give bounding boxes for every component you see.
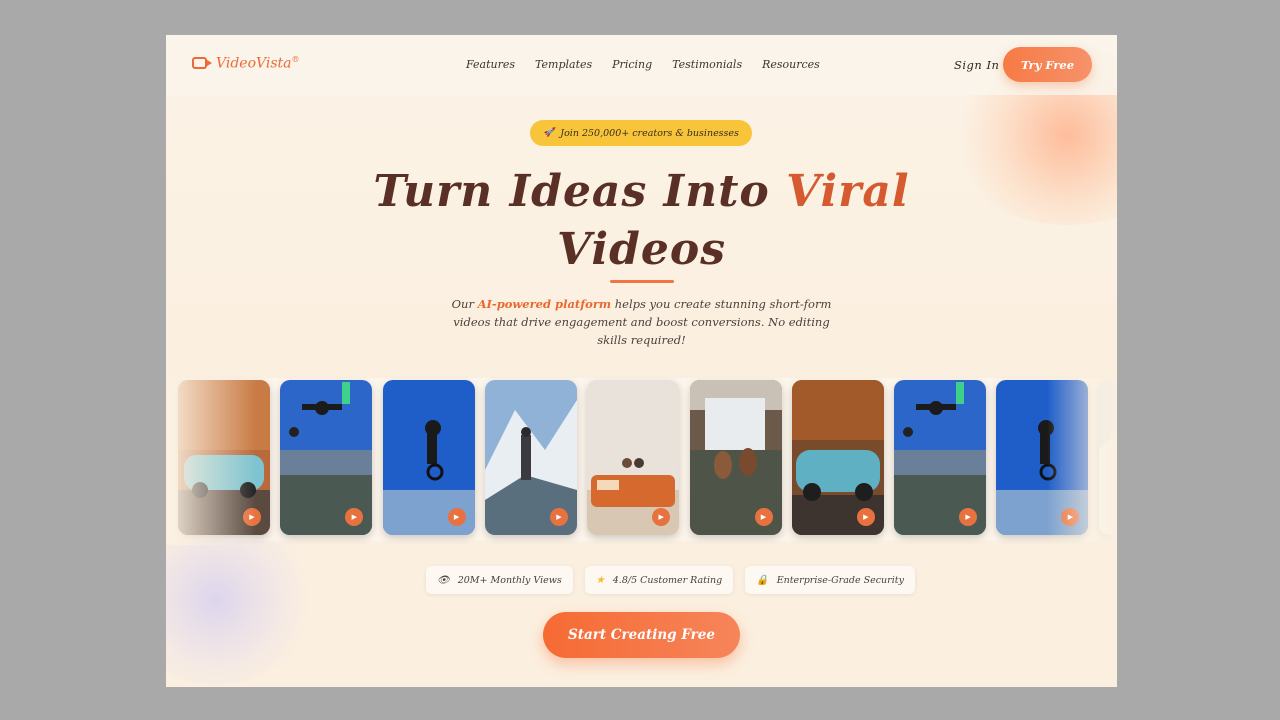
video-thumbnail-card[interactable]: ▶ [689,380,782,535]
play-icon[interactable]: ▶ [447,508,466,526]
title-underline [610,280,674,283]
logo[interactable]: VideoVista® [192,55,300,72]
nav-item-features[interactable]: Features [466,58,515,71]
video-thumbnail-card[interactable]: ▶ [280,380,373,535]
nav-item-testimonials[interactable]: Testimonials [672,58,742,71]
hero-title: Turn Ideas Into Viral Videos [373,166,910,275]
video-thumbnail-card[interactable]: ▶ [382,380,475,535]
carousel-fade-left [166,375,256,545]
hero-subtitle: Our AI-powered platform helps you create… [451,297,832,347]
top-navigation: VideoVista® Features Templates Pricing T… [166,35,1117,95]
rocket-icon: 🚀 [543,128,555,138]
play-icon[interactable]: ▶ [959,508,978,526]
badge-text: Join 250,000+ creators & businesses [560,127,739,139]
try-free-button[interactable]: Try Free [1003,47,1092,82]
star-icon: ★ [595,574,605,586]
stats-row: 👁 20M+ Monthly Views ★ 4.8/5 Customer Ra… [426,566,915,594]
logo-text: VideoVista® [216,55,300,72]
nav-item-pricing[interactable]: Pricing [612,58,652,71]
video-thumbnail-card[interactable]: ▶ [484,380,577,535]
nav-item-templates[interactable]: Templates [535,58,592,71]
play-icon[interactable]: ▶ [856,508,875,526]
stat-security: 🔒 Enterprise-Grade Security [745,566,915,594]
sign-in-link[interactable]: Sign In [954,58,999,72]
lock-icon: 🔒 [756,574,769,586]
nav-menu: Features Templates Pricing Testimonials … [466,58,820,71]
video-thumbnail-card[interactable]: ▶ [894,380,987,535]
nav-item-resources[interactable]: Resources [762,58,820,71]
video-thumbnail-card[interactable]: ▶ [587,380,680,535]
video-camera-icon [192,57,212,70]
play-icon[interactable]: ▶ [754,508,773,526]
video-thumbnail-card[interactable]: ▶ [791,380,884,535]
stat-customer-rating: ★ 4.8/5 Customer Rating [584,566,734,594]
creators-badge: 🚀 Join 250,000+ creators & businesses [530,120,752,146]
start-creating-free-button[interactable]: Start Creating Free [543,612,740,658]
page-frame: VideoVista® Features Templates Pricing T… [166,35,1117,687]
stat-monthly-views: 👁 20M+ Monthly Views [426,566,573,594]
eye-icon: 👁 [437,574,450,586]
carousel-fade-right [1047,375,1117,545]
play-icon[interactable]: ▶ [549,508,568,526]
